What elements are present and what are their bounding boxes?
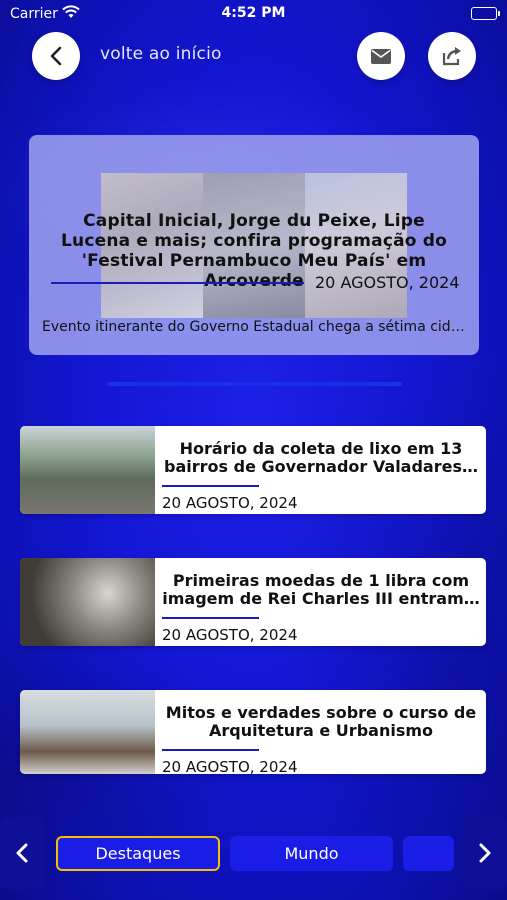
news-title: Horário da coleta de lixo em 13 bairros … <box>164 439 478 476</box>
clock: 4:52 PM <box>221 5 286 21</box>
share-button[interactable] <box>428 32 476 80</box>
featured-description: Evento itinerante do Governo Estadual ch… <box>42 319 465 335</box>
back-button[interactable] <box>32 32 80 80</box>
mail-icon <box>371 48 391 64</box>
list-item[interactable]: Horário da coleta de lixo em 13 bairros … <box>20 426 486 514</box>
featured-card[interactable]: Capital Inicial, Jorge du Peixe, Lipe Lu… <box>29 135 479 355</box>
featured-divider <box>51 282 304 284</box>
chevron-left-icon <box>50 46 62 66</box>
tab-partial[interactable] <box>403 836 454 871</box>
battery-icon <box>471 7 500 20</box>
news-thumbnail <box>20 426 155 514</box>
mail-button[interactable] <box>357 32 405 80</box>
news-date: 20 AGOSTO, 2024 <box>162 494 298 512</box>
tab-mundo[interactable]: Mundo <box>230 836 393 871</box>
news-date: 20 AGOSTO, 2024 <box>162 758 298 774</box>
header-title[interactable]: volte ao início <box>100 44 222 64</box>
news-title: Mitos e verdades sobre o curso de Arquit… <box>165 703 477 740</box>
featured-date: 20 AGOSTO, 2024 <box>315 273 460 292</box>
share-icon <box>442 47 461 66</box>
chevron-right-icon <box>479 843 491 863</box>
news-divider <box>162 485 259 487</box>
tabs-scroll-left-button[interactable] <box>0 817 44 889</box>
tab-destaques[interactable]: Destaques <box>56 836 220 871</box>
news-date: 20 AGOSTO, 2024 <box>162 626 298 644</box>
news-title: Primeiras moedas de 1 libra com imagem d… <box>162 571 480 608</box>
chevron-left-icon <box>16 843 28 863</box>
carousel-indicator <box>107 382 402 386</box>
news-divider <box>162 749 259 751</box>
list-item[interactable]: Mitos e verdades sobre o curso de Arquit… <box>20 690 486 774</box>
tabs-scroll-right-button[interactable] <box>463 817 507 889</box>
status-bar: Carrier 4:52 PM <box>0 0 507 28</box>
list-item[interactable]: Primeiras moedas de 1 libra com imagem d… <box>20 558 486 646</box>
news-thumbnail <box>20 558 155 646</box>
news-divider <box>162 617 259 619</box>
news-thumbnail <box>20 690 155 774</box>
